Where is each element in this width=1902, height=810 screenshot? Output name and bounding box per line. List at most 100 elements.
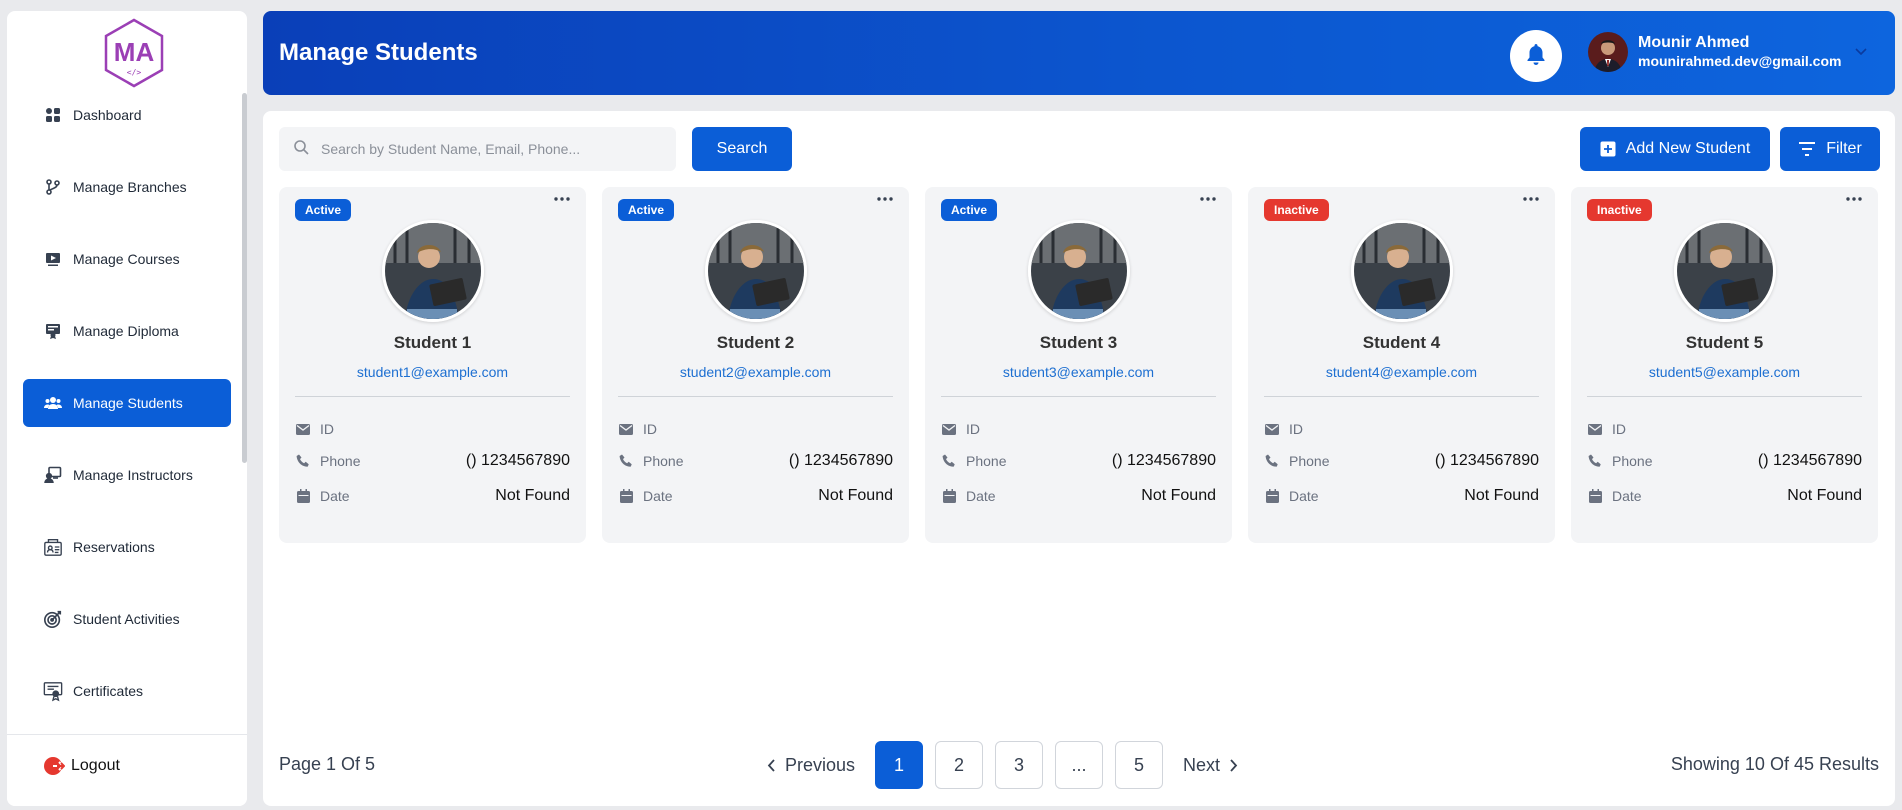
video-icon: [43, 249, 63, 269]
student-email[interactable]: student3@example.com: [925, 364, 1232, 380]
more-options-icon[interactable]: [877, 197, 893, 201]
student-photo: [1351, 220, 1453, 322]
previous-page-button[interactable]: Previous: [767, 755, 855, 776]
diploma-icon: [43, 321, 63, 341]
id-label: ID: [1289, 421, 1303, 437]
mail-icon: [295, 423, 311, 435]
phone-label: Phone: [1612, 453, 1653, 469]
date-value: Not Found: [1787, 487, 1862, 504]
phone-value: () 1234567890: [788, 452, 893, 469]
page-button-1[interactable]: 1: [875, 741, 924, 789]
student-card[interactable]: Inactive Student 4 student4@example.com …: [1248, 187, 1555, 543]
date-value: Not Found: [818, 487, 893, 504]
logout-label: Logout: [71, 757, 120, 774]
phone-row: Phone () 1234567890: [1587, 452, 1862, 470]
logout-button[interactable]: Logout: [43, 755, 120, 777]
notifications-button[interactable]: [1510, 30, 1562, 82]
date-label: Date: [1289, 488, 1319, 504]
student-photo: [1674, 220, 1776, 322]
phone-value: () 1234567890: [1111, 452, 1216, 469]
sidebar-item-students[interactable]: Manage Students: [23, 379, 231, 427]
sidebar-item-label: Manage Students: [73, 395, 183, 411]
student-email[interactable]: student1@example.com: [279, 364, 586, 380]
student-email[interactable]: student5@example.com: [1571, 364, 1878, 380]
date-row: Date Not Found: [1587, 487, 1862, 505]
more-options-icon[interactable]: [1846, 197, 1862, 201]
student-card[interactable]: Active Student 1 student1@example.com ID…: [279, 187, 586, 543]
calendar-icon: [1587, 489, 1603, 503]
sidebar-item-label: Manage Courses: [73, 251, 180, 267]
add-student-label: Add New Student: [1625, 140, 1751, 157]
sidebar-item-certificates[interactable]: Certificates: [23, 667, 231, 715]
status-badge: Active: [618, 199, 675, 221]
phone-row: Phone () 1234567890: [295, 452, 570, 470]
filter-button[interactable]: Filter: [1780, 127, 1880, 171]
search-button[interactable]: Search: [692, 127, 792, 171]
search-icon: [293, 139, 309, 160]
sidebar-item-branches[interactable]: Manage Branches: [23, 163, 231, 211]
student-card[interactable]: Inactive Student 5 student5@example.com …: [1571, 187, 1878, 543]
status-badge: Active: [941, 199, 998, 221]
students-icon: [43, 393, 63, 413]
sidebar-scrollbar[interactable]: [242, 93, 247, 463]
add-student-button[interactable]: Add New Student: [1580, 127, 1770, 171]
instructor-icon: [43, 465, 63, 485]
more-options-icon[interactable]: [1200, 197, 1216, 201]
phone-row: Phone () 1234567890: [1264, 452, 1539, 470]
brand-logo[interactable]: MA </>: [98, 17, 170, 89]
student-card[interactable]: Active Student 3 student3@example.com ID…: [925, 187, 1232, 543]
sidebar-item-diploma[interactable]: Manage Diploma: [23, 307, 231, 355]
id-row: ID: [941, 421, 1216, 437]
page-button-2[interactable]: 2: [935, 741, 984, 789]
divider: [941, 396, 1216, 397]
id-label: ID: [320, 421, 334, 437]
student-name: Student 3: [1039, 333, 1118, 352]
user-menu[interactable]: Mounir Ahmed mounirahmed.dev@gmail.com: [1588, 32, 1868, 72]
logout-icon: [43, 755, 65, 777]
sidebar-item-dashboard[interactable]: Dashboard: [23, 91, 231, 139]
next-page-button[interactable]: Next: [1183, 755, 1238, 776]
mail-icon: [1587, 423, 1603, 435]
more-options-icon[interactable]: [554, 197, 570, 201]
student-email[interactable]: student4@example.com: [1248, 364, 1555, 380]
status-badge: Inactive: [1587, 199, 1652, 221]
student-photo: [705, 220, 807, 322]
date-value: Not Found: [1464, 487, 1539, 504]
phone-icon: [1587, 454, 1603, 468]
target-icon: [43, 609, 63, 629]
student-cards: Active Student 1 student1@example.com ID…: [279, 187, 1878, 543]
page-button-5[interactable]: 5: [1115, 741, 1164, 789]
student-name: Student 4: [1362, 333, 1441, 352]
phone-label: Phone: [643, 453, 684, 469]
phone-label: Phone: [966, 453, 1007, 469]
student-email[interactable]: student2@example.com: [602, 364, 909, 380]
search-input[interactable]: [321, 141, 661, 157]
svg-text:MA: MA: [114, 37, 155, 67]
phone-row: Phone () 1234567890: [618, 452, 893, 470]
branch-icon: [43, 177, 63, 197]
date-value: Not Found: [1141, 487, 1216, 504]
main-panel: Search Add New Student Filter Active Stu…: [263, 111, 1895, 806]
phone-row: Phone () 1234567890: [941, 452, 1216, 470]
sidebar-item-reservations[interactable]: Reservations: [23, 523, 231, 571]
search-box[interactable]: [279, 127, 676, 171]
chevron-left-icon: [767, 758, 775, 772]
avatar: [1588, 32, 1628, 72]
phone-value: () 1234567890: [1434, 452, 1539, 469]
phone-label: Phone: [1289, 453, 1330, 469]
svg-text:</>: </>: [127, 68, 142, 77]
id-label: ID: [966, 421, 980, 437]
mail-icon: [1264, 423, 1280, 435]
chevron-right-icon: [1230, 758, 1238, 772]
sidebar-item-courses[interactable]: Manage Courses: [23, 235, 231, 283]
certificate-icon: [43, 681, 63, 702]
next-label: Next: [1183, 754, 1221, 775]
student-card[interactable]: Active Student 2 student2@example.com ID…: [602, 187, 909, 543]
date-row: Date Not Found: [295, 487, 570, 505]
more-options-icon[interactable]: [1523, 197, 1539, 201]
page-ellipsis[interactable]: ...: [1055, 741, 1104, 789]
page-button-3[interactable]: 3: [995, 741, 1044, 789]
sidebar-item-activities[interactable]: Student Activities: [23, 595, 231, 643]
sidebar-item-instructors[interactable]: Manage Instructors: [23, 451, 231, 499]
phone-label: Phone: [320, 453, 361, 469]
